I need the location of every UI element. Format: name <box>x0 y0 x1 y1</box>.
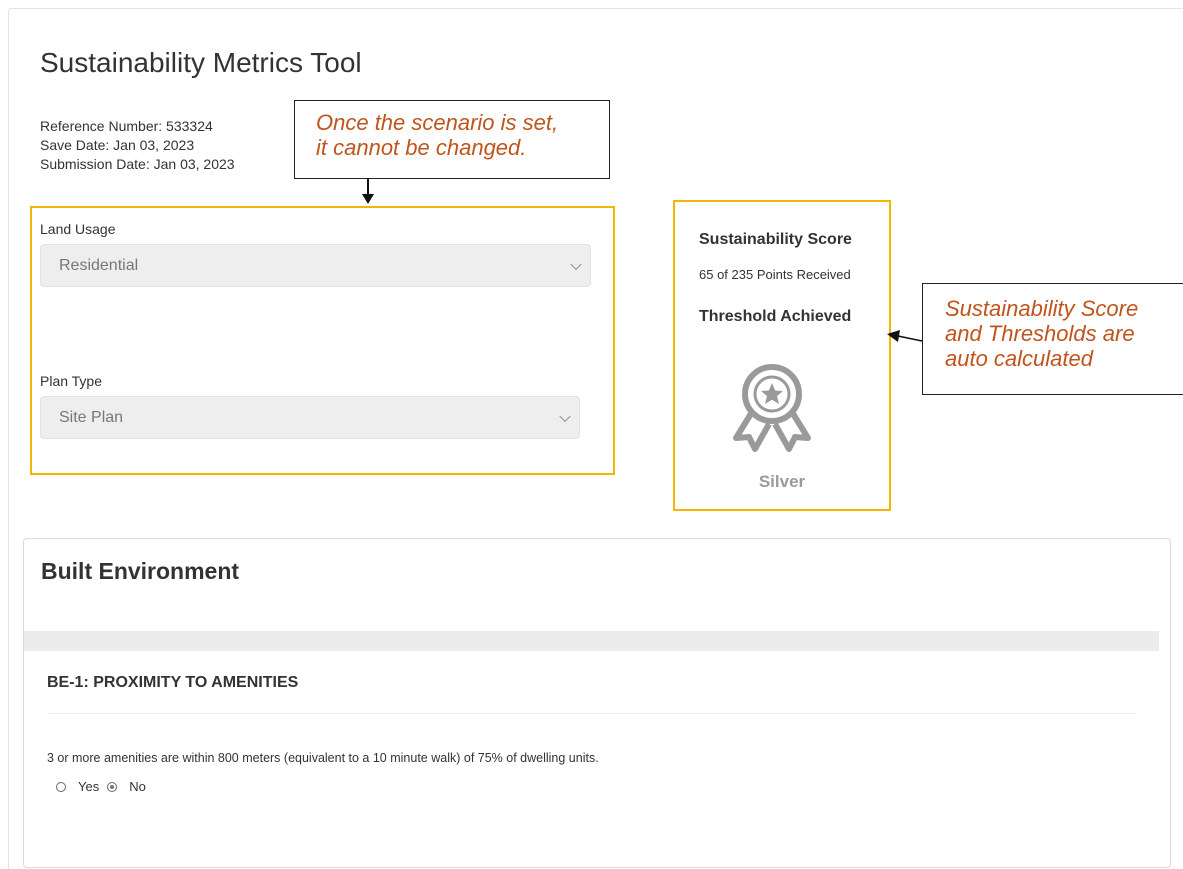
award-ribbon-icon <box>733 364 811 452</box>
chevron-down-icon <box>559 410 571 422</box>
scenario-arrow-head <box>362 194 374 204</box>
scenario-callout: Once the scenario is set, it cannot be c… <box>294 100 610 179</box>
medal-level-label: Silver <box>758 472 806 491</box>
submission-date: Submission Date: Jan 03, 2023 <box>40 156 235 172</box>
built-environment-panel <box>23 538 1171 868</box>
threshold-title: Threshold Achieved <box>699 308 852 325</box>
radio-yes[interactable] <box>56 781 66 792</box>
radio-yes-label[interactable]: Yes <box>78 779 99 794</box>
land-usage-select[interactable]: Residential <box>40 244 591 287</box>
land-usage-value: Residential <box>59 256 139 274</box>
scenario-callout-line: Once the scenario is set, <box>316 110 559 135</box>
score-points: 65 of 235 Points Received <box>699 267 851 282</box>
radio-no-label[interactable]: No <box>129 779 146 794</box>
score-callout-line: Sustainability Score <box>945 296 1139 321</box>
submission-meta: Reference Number: 533324 Save Date: Jan … <box>40 117 235 174</box>
radio-no[interactable] <box>107 781 118 792</box>
score-callout: Sustainability Score and Thresholds are … <box>922 283 1183 395</box>
score-callout-line: auto calculated <box>945 346 1093 371</box>
page-title: Sustainability Metrics Tool <box>40 47 362 78</box>
score-arrow <box>887 330 923 342</box>
save-date: Save Date: Jan 03, 2023 <box>40 137 195 153</box>
section-divider-bar <box>24 631 1159 651</box>
plan-type-label: Plan Type <box>40 373 103 389</box>
item-title: BE-1: PROXIMITY TO AMENITIES <box>47 674 299 691</box>
plan-type-value: Site Plan <box>59 408 124 426</box>
chevron-down-icon <box>570 258 582 270</box>
reference-number: Reference Number: 533324 <box>40 118 213 134</box>
score-callout-line: and Thresholds are <box>945 321 1135 346</box>
land-usage-label: Land Usage <box>40 221 116 237</box>
item-divider <box>47 713 1137 714</box>
section-title: Built Environment <box>41 558 240 584</box>
scenario-callout-line: it cannot be changed. <box>316 135 527 160</box>
plan-type-select[interactable]: Site Plan <box>40 396 580 439</box>
score-title: Sustainability Score <box>699 231 852 248</box>
item-question: 3 or more amenities are within 800 meter… <box>47 751 599 765</box>
answer-radio-group: Yes No <box>56 779 154 794</box>
